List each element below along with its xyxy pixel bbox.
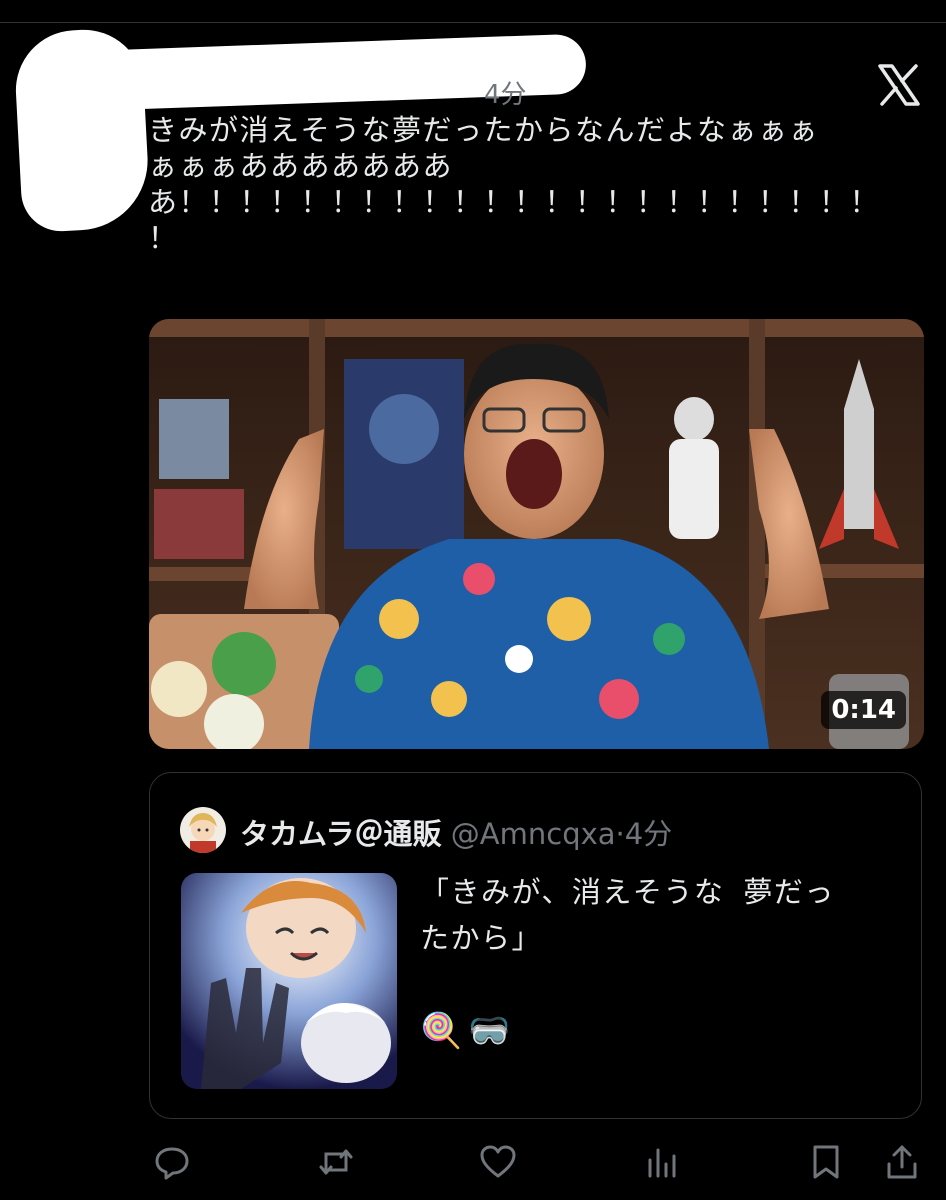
quote-timestamp[interactable]: 4分: [625, 817, 672, 851]
quoted-tweet-card[interactable]: タカムラ＠通販 @Amncqxa·4分 「きみが、消えそうな 夢だっ たから」: [149, 772, 922, 1119]
x-logo-icon: [876, 62, 922, 108]
quote-text: 「きみが、消えそうな 夢だっ たから」: [420, 875, 835, 955]
views-icon[interactable]: [640, 1140, 684, 1184]
quote-author-name[interactable]: タカムラ＠通販: [240, 817, 442, 851]
bookmark-icon[interactable]: [804, 1140, 848, 1184]
quote-header: タカムラ＠通販 @Amncqxa·4分: [240, 811, 672, 853]
heart-icon[interactable]: [476, 1140, 520, 1184]
top-divider: [0, 22, 946, 23]
tweet-text: きみが消えそうな夢だったからなんだよなぁぁぁ ぁぁぁあああああああ あ！！！！！…: [148, 113, 881, 255]
lollipop-emoji: 🍭: [420, 1010, 463, 1051]
quote-author-handle[interactable]: @Amncqxa: [451, 817, 616, 851]
video-frame: [149, 319, 924, 749]
quote-separator: ·: [615, 817, 625, 851]
goggles-emoji: 🥽: [468, 1010, 511, 1051]
tweet-action-bar: [0, 1140, 946, 1188]
quote-media-thumbnail[interactable]: [181, 873, 397, 1089]
quote-emoji-row: 🍭 🥽: [420, 1009, 517, 1051]
share-icon[interactable]: [880, 1140, 924, 1184]
tweet-timestamp[interactable]: 4分: [484, 74, 527, 111]
reply-icon[interactable]: [150, 1140, 194, 1184]
video-duration-badge: 0:14: [821, 691, 906, 729]
quote-author-avatar[interactable]: [180, 807, 226, 853]
video-player[interactable]: 0:14: [149, 319, 924, 749]
retweet-icon[interactable]: [314, 1140, 358, 1184]
